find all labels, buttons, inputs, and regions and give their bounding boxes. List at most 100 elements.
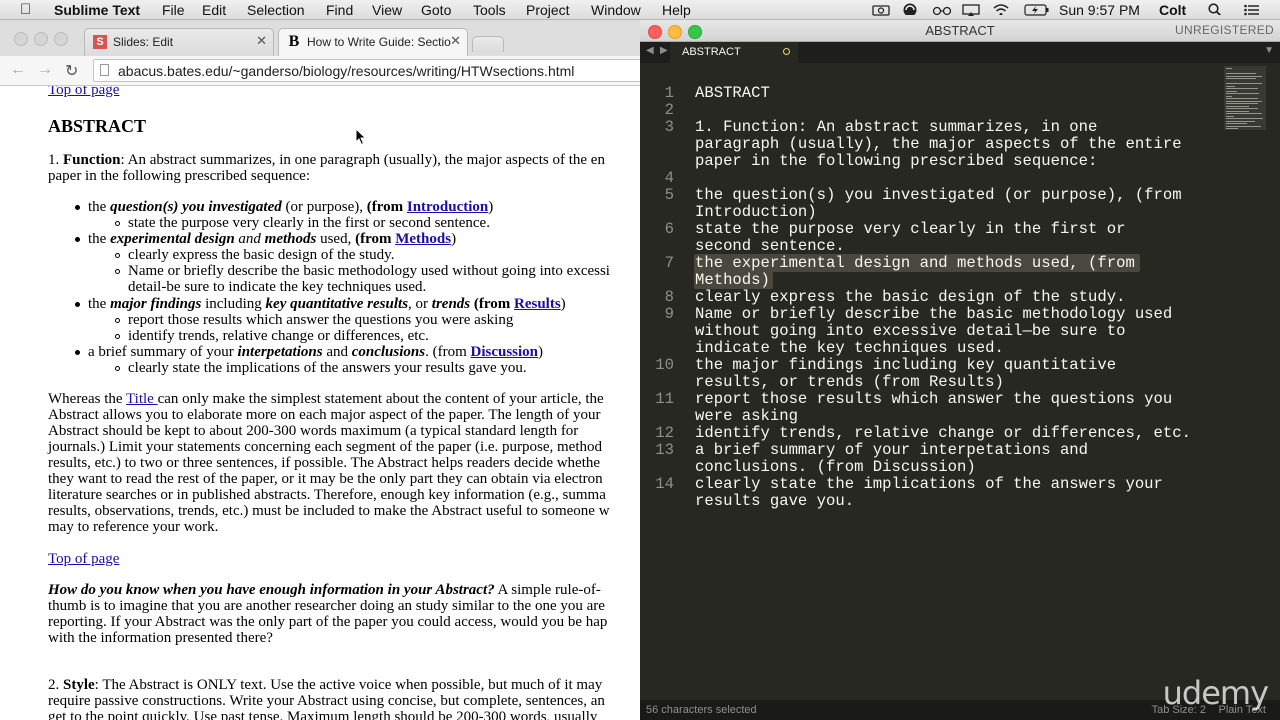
code-line: results gave you. <box>695 492 855 510</box>
code-line: Introduction) <box>695 203 817 221</box>
close-tab-icon[interactable]: ✕ <box>450 33 461 49</box>
sublime-tab-bar: ◀ ▶ ABSTRACT ▼ <box>640 42 1280 63</box>
tab-list-dropdown-icon[interactable]: ▼ <box>1264 45 1274 56</box>
code-line: indicate the key techniques used. <box>695 339 1004 357</box>
list-text: , or <box>408 296 432 312</box>
list-emphasis: major findings <box>110 296 202 312</box>
tab-scroll-left-icon[interactable]: ◀ <box>646 45 654 56</box>
new-tab-button[interactable] <box>472 36 504 52</box>
address-bar[interactable]: abacus.bates.edu/~ganderso/biology/resou… <box>93 59 640 82</box>
paragraph-question: How do you know when you have enough inf… <box>48 582 601 599</box>
list-emphasis: question(s) you investigated <box>110 199 282 215</box>
methods-link[interactable]: Methods <box>395 231 451 247</box>
list-item-design: the experimental design and methods used… <box>88 231 456 248</box>
menu-edit[interactable]: Edit <box>202 2 226 18</box>
code-line: the experimental design and methods used… <box>695 254 1135 272</box>
browser-window: S Slides: Edit ✕ B How to Write Guide: S… <box>0 20 640 720</box>
airplay-icon[interactable] <box>962 4 980 16</box>
list-item-summary: a brief summary of your interpetations a… <box>88 344 543 361</box>
close-window-button[interactable] <box>14 32 28 46</box>
battery-icon[interactable] <box>1024 4 1050 16</box>
minimap-line <box>1226 113 1262 114</box>
close-tab-icon[interactable]: ✕ <box>256 33 267 49</box>
sub-bullet-icon <box>115 253 120 258</box>
list-text: (or purpose), <box>281 199 367 215</box>
page-icon <box>100 64 109 76</box>
list-text: (from <box>366 199 407 215</box>
menu-find[interactable]: Find <box>326 2 353 18</box>
list-emphasis: interpetations <box>237 344 323 360</box>
reload-icon[interactable]: ↻ <box>65 61 78 81</box>
list-text: the <box>88 231 111 247</box>
results-link[interactable]: Results <box>514 296 561 312</box>
notification-list-icon[interactable] <box>1244 4 1260 16</box>
address-bar-url[interactable]: abacus.bates.edu/~ganderso/biology/resou… <box>118 63 574 79</box>
top-of-page-link[interactable]: Top of page <box>48 551 119 568</box>
minimap-line <box>1226 83 1263 84</box>
spotlight-search-icon[interactable] <box>1208 3 1222 15</box>
paragraph-text: thumb is to imagine that you are another… <box>48 598 605 614</box>
minimap-line <box>1226 120 1256 122</box>
menu-project[interactable]: Project <box>526 2 570 18</box>
camera-icon[interactable] <box>872 4 890 16</box>
menu-view[interactable]: View <box>372 2 402 18</box>
tab-scroll-right-icon[interactable]: ▶ <box>660 45 668 56</box>
app-menu[interactable]: Sublime Text <box>54 2 140 18</box>
tab-abstract[interactable]: ABSTRACT <box>670 42 798 63</box>
clock[interactable]: Sun 9:57 PM <box>1059 2 1140 18</box>
paragraph-number: 1. <box>48 152 63 168</box>
question-emphasis: How do you know when you have enough inf… <box>48 582 495 598</box>
menu-goto[interactable]: Goto <box>421 2 451 18</box>
menu-file[interactable]: File <box>162 2 185 18</box>
paragraph-number: 2. <box>48 677 63 693</box>
menu-window[interactable]: Window <box>591 2 641 18</box>
tab-slides-edit[interactable]: S Slides: Edit ✕ <box>84 28 274 56</box>
top-of-page-link[interactable]: Top of page <box>48 86 119 99</box>
minimap-line <box>1226 85 1236 87</box>
paragraph-text: reporting. If your Abstract was the only… <box>48 614 608 630</box>
list-text: . (from <box>425 344 471 360</box>
apple-menu-icon[interactable]:  <box>20 1 31 18</box>
minimap[interactable] <box>1224 66 1266 130</box>
menu-tools[interactable]: Tools <box>473 2 506 18</box>
forward-icon[interactable]: → <box>37 61 53 79</box>
title-link[interactable]: Title <box>126 391 158 407</box>
code-line: report those results which answer the qu… <box>695 390 1173 408</box>
menu-help[interactable]: Help <box>662 2 691 18</box>
minimap-line <box>1226 125 1261 127</box>
unsaved-dot-icon[interactable] <box>783 48 790 55</box>
paragraph-text: Abstract should be kept to about 200-300… <box>48 423 579 439</box>
paragraph-text: may to reference your work. <box>48 519 219 535</box>
code-line: were asking <box>695 407 798 425</box>
editor-text-area[interactable]: ABSTRACT 1. Function: An abstract summari… <box>640 65 1220 665</box>
minimap-line <box>1226 110 1250 112</box>
browser-tab-bar: S Slides: Edit ✕ B How to Write Guide: S… <box>0 20 640 56</box>
sync-icon[interactable] <box>902 3 918 15</box>
minimap-line <box>1226 123 1247 124</box>
introduction-link[interactable]: Introduction <box>407 199 488 215</box>
bullet-icon <box>75 205 80 210</box>
unregistered-label: UNREGISTERED <box>1175 23 1274 37</box>
paragraph-text: with the information presented there? <box>48 630 273 646</box>
paragraph-function: 1. Function: An abstract summarizes, in … <box>48 152 605 169</box>
minimap-line <box>1226 118 1264 119</box>
back-icon[interactable]: ← <box>10 61 26 79</box>
minimap-line <box>1226 128 1238 129</box>
paragraph-text: journals.) Limit your statements concern… <box>48 439 602 455</box>
page-heading: ABSTRACT <box>48 116 147 136</box>
minimize-window-button[interactable] <box>34 32 48 46</box>
glasses-icon[interactable] <box>932 4 952 16</box>
user-menu[interactable]: Colt <box>1159 2 1186 18</box>
list-text: including <box>201 296 266 312</box>
sub-list-item: detail-be sure to indicate the key techn… <box>128 279 427 295</box>
paragraph-text: Abstract allows you to elaborate more on… <box>48 407 601 423</box>
zoom-window-button[interactable] <box>54 32 68 46</box>
sub-bullet-icon <box>115 269 120 274</box>
tab-how-to-write-guide[interactable]: B How to Write Guide: Sectio ✕ <box>278 28 468 56</box>
discussion-link[interactable]: Discussion <box>471 344 539 360</box>
code-line: paper in the following prescribed sequen… <box>695 152 1098 170</box>
wifi-icon[interactable] <box>993 3 1009 15</box>
menu-selection[interactable]: Selection <box>247 2 305 18</box>
paragraph-text: Whereas the <box>48 391 127 407</box>
tab-label: ABSTRACT <box>682 46 741 58</box>
